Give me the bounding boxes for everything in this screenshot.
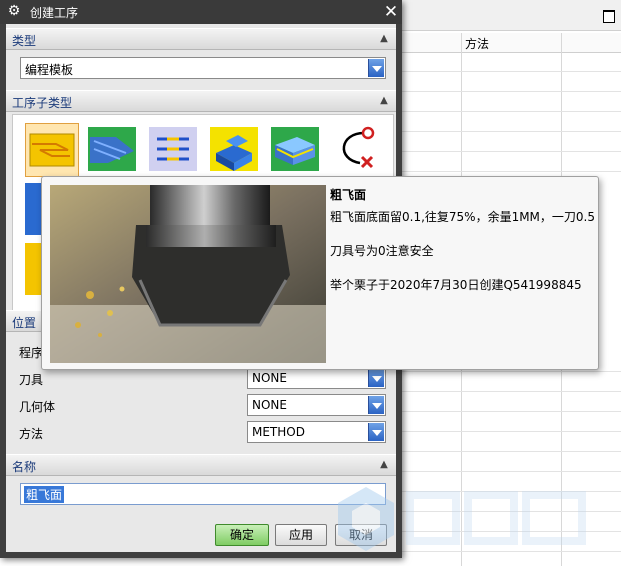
tooltip-creation-note: 举个栗子于2020年7月30日创建Q541998845: [330, 278, 582, 292]
collapse-up-icon[interactable]: ▲: [376, 31, 392, 47]
geometry-select-value: NONE: [252, 398, 287, 412]
name-input[interactable]: 粗飞面: [20, 483, 386, 505]
milling-cutter-image: [50, 185, 326, 363]
tool-select[interactable]: NONE: [247, 367, 386, 389]
close-icon[interactable]: ✕: [381, 2, 401, 22]
operation-tooltip: 粗飞面 粗飞面底面留0.1,往复75%，余量1MM，一刀0.5 刀具号为0注意安…: [41, 176, 599, 370]
grid-line: [395, 411, 621, 412]
dialog-title: 创建工序: [30, 6, 79, 20]
type-section-label: 类型: [12, 34, 37, 48]
grid-line: [395, 451, 621, 452]
grid-line: [395, 71, 621, 72]
table-header: 方法: [395, 33, 621, 53]
grid-line: [395, 111, 621, 112]
type-select-value: 编程模板: [25, 63, 74, 77]
collapse-up-icon[interactable]: ▲: [376, 93, 392, 109]
grid-line: [395, 131, 621, 132]
geometry-label: 几何体: [19, 400, 56, 414]
name-section-header[interactable]: 名称 ▲: [6, 454, 396, 476]
grid-line: [395, 151, 621, 152]
subtype-section-header[interactable]: 工序子类型 ▲: [6, 90, 396, 112]
subtype-icon-partial[interactable]: [25, 183, 41, 235]
subtype-section-label: 工序子类型: [12, 96, 73, 110]
curve-path-point-icon[interactable]: [330, 123, 382, 175]
face-mill-area-icon[interactable]: [86, 123, 138, 175]
gear-icon[interactable]: ⚙: [6, 3, 22, 19]
grid-line: [395, 371, 621, 372]
grid-line: [395, 171, 621, 172]
type-select[interactable]: 编程模板: [20, 57, 386, 79]
tooltip-tool-note: 刀具号为0注意安全: [330, 244, 434, 258]
tooltip-title: 粗飞面: [330, 188, 367, 202]
line-pattern-icon[interactable]: [147, 123, 199, 175]
method-select[interactable]: METHOD: [247, 421, 386, 443]
grid-line: [395, 91, 621, 92]
chevron-down-icon[interactable]: [368, 423, 384, 441]
subtype-icon-partial[interactable]: [25, 243, 41, 295]
apply-button[interactable]: 应用: [275, 524, 327, 546]
method-label: 方法: [19, 427, 44, 441]
watermark-logo: [336, 481, 601, 561]
collapse-up-icon[interactable]: ▲: [376, 457, 392, 473]
name-input-value: 粗飞面: [24, 486, 65, 503]
layered-block-icon[interactable]: [269, 123, 321, 175]
maximize-icon[interactable]: [603, 10, 615, 23]
column-header-method[interactable]: 方法: [465, 35, 489, 52]
program-label: 程序: [19, 346, 44, 360]
chevron-down-icon[interactable]: [368, 369, 384, 387]
chevron-down-icon[interactable]: [368, 59, 384, 77]
name-section-label: 名称: [12, 460, 37, 474]
tooltip-description: 粗飞面底面留0.1,往复75%，余量1MM，一刀0.5: [330, 210, 595, 224]
tool-label: 刀具: [19, 373, 44, 387]
geometry-select[interactable]: NONE: [247, 394, 386, 416]
type-section-header[interactable]: 类型 ▲: [6, 28, 396, 50]
planar-face-mill-icon[interactable]: [25, 123, 79, 177]
ok-button[interactable]: 确定: [215, 524, 269, 546]
chevron-down-icon[interactable]: [368, 396, 384, 414]
tool-select-value: NONE: [252, 371, 287, 385]
cavity-block-icon[interactable]: [208, 123, 260, 175]
grid-line: [395, 391, 621, 392]
dialog-titlebar[interactable]: ⚙ 创建工序 ✕: [0, 0, 402, 24]
method-select-value: METHOD: [252, 425, 305, 439]
grid-line: [395, 431, 621, 432]
grid-line: [395, 471, 621, 472]
location-section-label: 位置: [12, 316, 37, 330]
